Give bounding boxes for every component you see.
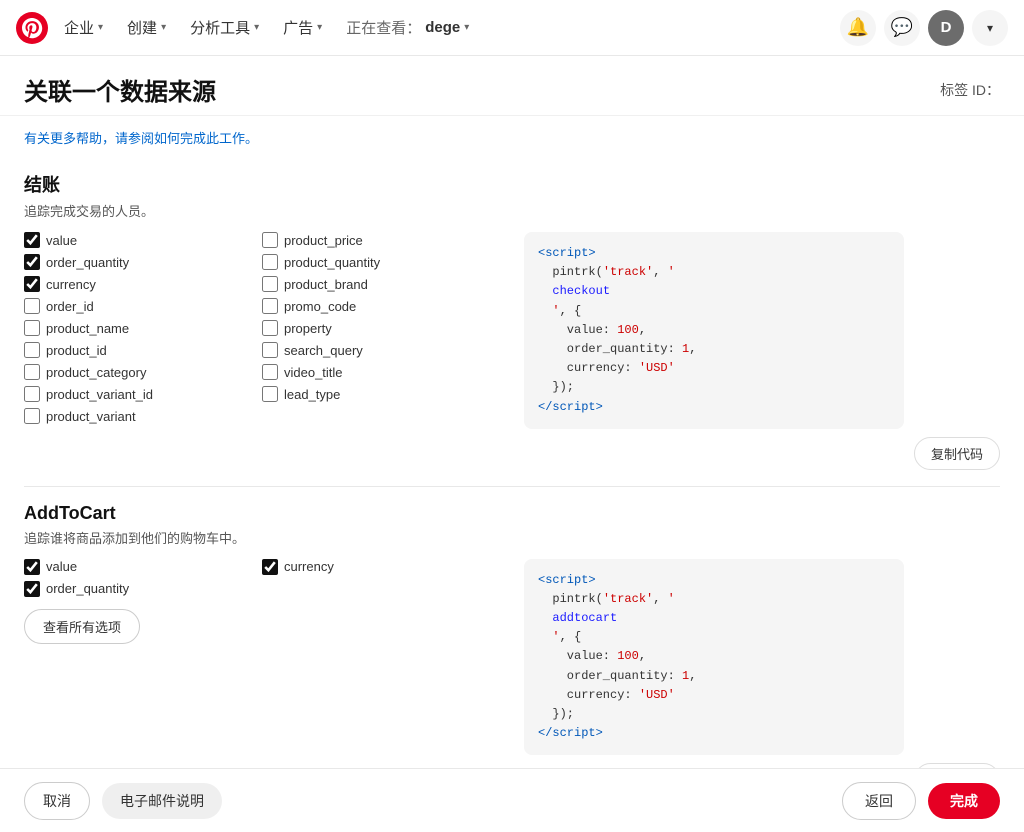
section-checkout-title: 结账 xyxy=(24,171,1000,197)
checkbox-value-input[interactable] xyxy=(24,232,40,248)
checkbox-product-quantity[interactable]: product_quantity xyxy=(262,254,500,270)
checkout-code-content: <script> pintrk('track', ' checkout ', {… xyxy=(538,244,890,417)
cancel-button[interactable]: 取消 xyxy=(24,782,90,820)
chevron-down-icon: ▾ xyxy=(98,22,103,33)
checkbox-product-variant-id[interactable]: product_variant_id xyxy=(24,386,262,402)
back-button[interactable]: 返回 xyxy=(842,782,916,820)
checkout-copy-btn-row: 复制代码 xyxy=(524,437,1000,470)
main-content-area: 有关更多帮助，请参阅如何完成此工作。 结账 追踪完成交易的人员。 value p… xyxy=(0,116,1024,832)
section-checkout-desc: 追踪完成交易的人员。 xyxy=(24,201,1000,220)
checkbox-lead-type[interactable]: lead_type xyxy=(262,386,500,402)
addtocart-checkboxes: value currency order_quantity 查看所有选项 xyxy=(24,559,500,644)
section-addtocart-title: AddToCart xyxy=(24,503,1000,524)
checkbox-product-variant-id-input[interactable] xyxy=(24,386,40,402)
addtocart-code-content: <script> pintrk('track', ' addtocart ', … xyxy=(538,571,890,744)
checkbox-promo-code-input[interactable] xyxy=(262,298,278,314)
messages-icon[interactable]: 💬 xyxy=(884,10,920,46)
bottom-right-actions: 返回 完成 xyxy=(842,782,1000,820)
page-header: 关联一个数据来源 标签 ID： xyxy=(0,56,1024,116)
checkbox-atc-currency[interactable]: currency xyxy=(262,559,500,575)
checkout-checkbox-grid: value product_price order_quantity produ… xyxy=(24,232,500,424)
checkbox-product-brand[interactable]: product_brand xyxy=(262,276,500,292)
checkbox-value[interactable]: value xyxy=(24,232,262,248)
bottom-bar: 取消 电子邮件说明 返回 完成 xyxy=(0,768,1024,832)
checkbox-currency-input[interactable] xyxy=(24,276,40,292)
tag-id-label: 标签 ID： xyxy=(940,80,1000,100)
checkbox-product-id-input[interactable] xyxy=(24,342,40,358)
checkbox-product-category[interactable]: product_category xyxy=(24,364,262,380)
checkbox-product-variant[interactable]: product_variant xyxy=(24,408,262,424)
section-checkout: 结账 追踪完成交易的人员。 value product_price order_… xyxy=(24,171,1000,487)
checkout-checkboxes: value product_price order_quantity produ… xyxy=(24,232,500,424)
nav-viewing-account: 正在查看： dege ▾ xyxy=(334,9,481,46)
nav-enterprise[interactable]: 企业 ▾ xyxy=(52,9,115,46)
checkbox-order-id-input[interactable] xyxy=(24,298,40,314)
addtocart-code-area: <script> pintrk('track', ' addtocart ', … xyxy=(524,559,1000,797)
checkbox-search-query-input[interactable] xyxy=(262,342,278,358)
checkbox-lead-type-input[interactable] xyxy=(262,386,278,402)
checkbox-video-title[interactable]: video_title xyxy=(262,364,500,380)
checkbox-currency[interactable]: currency xyxy=(24,276,262,292)
checkbox-promo-code[interactable]: promo_code xyxy=(262,298,500,314)
avatar[interactable]: D xyxy=(928,10,964,46)
checkbox-atc-value[interactable]: value xyxy=(24,559,262,575)
checkout-copy-button[interactable]: 复制代码 xyxy=(914,437,1000,470)
scroll-hint-text: 有关更多帮助，请参阅如何完成此工作。 xyxy=(24,116,1000,155)
chevron-down-icon: ▾ xyxy=(161,22,166,33)
checkbox-product-quantity-input[interactable] xyxy=(262,254,278,270)
checkbox-property[interactable]: property xyxy=(262,320,500,336)
page-title: 关联一个数据来源 xyxy=(24,72,216,107)
section-addtocart-body: value currency order_quantity 查看所有选项 <sc… xyxy=(24,559,1000,797)
checkbox-product-variant-input[interactable] xyxy=(24,408,40,424)
checkbox-atc-currency-input[interactable] xyxy=(262,559,278,575)
checkbox-video-title-input[interactable] xyxy=(262,364,278,380)
checkbox-property-input[interactable] xyxy=(262,320,278,336)
view-all-options-button[interactable]: 查看所有选项 xyxy=(24,609,140,644)
chevron-down-icon: ▾ xyxy=(464,22,469,33)
pinterest-logo[interactable] xyxy=(16,12,48,44)
checkbox-atc-order-quantity-input[interactable] xyxy=(24,581,40,597)
section-addtocart: AddToCart 追踪谁将商品添加到他们的购物车中。 value curren… xyxy=(24,503,1000,814)
nav-icons-group: 🔔 💬 D ▾ xyxy=(840,10,1008,46)
checkbox-product-category-input[interactable] xyxy=(24,364,40,380)
checkbox-product-price-input[interactable] xyxy=(262,232,278,248)
checkbox-product-name-input[interactable] xyxy=(24,320,40,336)
addtocart-checkbox-grid: value currency order_quantity xyxy=(24,559,500,597)
addtocart-code-box: <script> pintrk('track', ' addtocart ', … xyxy=(524,559,904,756)
checkbox-product-name[interactable]: product_name xyxy=(24,320,262,336)
chevron-down-icon: ▾ xyxy=(254,22,259,33)
nav-create[interactable]: 创建 ▾ xyxy=(115,9,178,46)
notifications-icon[interactable]: 🔔 xyxy=(840,10,876,46)
checkbox-product-price[interactable]: product_price xyxy=(262,232,500,248)
checkbox-order-quantity-input[interactable] xyxy=(24,254,40,270)
checkbox-order-id[interactable]: order_id xyxy=(24,298,262,314)
section-checkout-body: value product_price order_quantity produ… xyxy=(24,232,1000,470)
checkbox-product-id[interactable]: product_id xyxy=(24,342,262,358)
checkbox-atc-order-quantity[interactable]: order_quantity xyxy=(24,581,262,597)
nav-analytics[interactable]: 分析工具 ▾ xyxy=(178,9,271,46)
checkout-code-box: <script> pintrk('track', ' checkout ', {… xyxy=(524,232,904,429)
account-menu-chevron-icon[interactable]: ▾ xyxy=(972,10,1008,46)
checkbox-order-quantity[interactable]: order_quantity xyxy=(24,254,262,270)
checkbox-search-query[interactable]: search_query xyxy=(262,342,500,358)
nav-ads[interactable]: 广告 ▾ xyxy=(271,9,334,46)
bottom-left-actions: 取消 电子邮件说明 xyxy=(24,782,222,820)
finish-button[interactable]: 完成 xyxy=(928,783,1000,819)
checkbox-product-brand-input[interactable] xyxy=(262,276,278,292)
section-addtocart-desc: 追踪谁将商品添加到他们的购物车中。 xyxy=(24,528,1000,547)
top-navigation: 企业 ▾ 创建 ▾ 分析工具 ▾ 广告 ▾ 正在查看： dege ▾ 🔔 💬 D… xyxy=(0,0,1024,56)
checkout-code-area: <script> pintrk('track', ' checkout ', {… xyxy=(524,232,1000,470)
chevron-down-icon: ▾ xyxy=(317,22,322,33)
email-explain-button[interactable]: 电子邮件说明 xyxy=(102,783,222,819)
checkbox-atc-value-input[interactable] xyxy=(24,559,40,575)
